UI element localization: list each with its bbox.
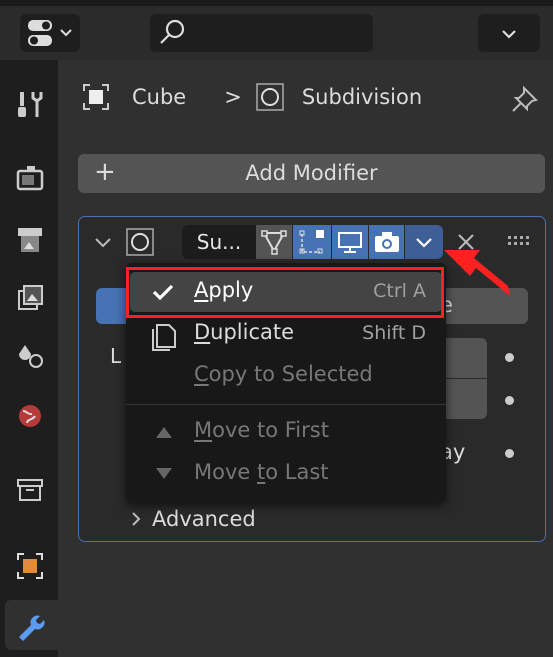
wrench-icon	[19, 615, 45, 641]
menu-item-label: Move to Last	[194, 460, 329, 484]
subdivision-modifier-icon	[256, 83, 284, 111]
triangle-up-icon	[156, 427, 172, 438]
object-icon[interactable]	[10, 546, 50, 586]
monitor-icon	[338, 232, 362, 253]
levels-label: L	[110, 344, 122, 368]
vertex-triangle-icon	[261, 230, 287, 255]
collapse-chevron-icon[interactable]	[90, 230, 116, 254]
modifiers-tab[interactable]	[5, 600, 58, 650]
breadcrumb-object: Cube	[132, 85, 187, 109]
options-dropdown[interactable]	[478, 14, 540, 52]
advanced-subpanel[interactable]: Advanced	[126, 504, 326, 534]
edit-mode-icon	[299, 230, 324, 254]
keyframe-dot[interactable]	[505, 396, 514, 405]
menu-item-label: Duplicate	[194, 320, 295, 344]
output-icon[interactable]	[10, 220, 50, 260]
tool-icon[interactable]	[10, 84, 50, 124]
add-modifier-button[interactable]: + Add Modifier	[78, 154, 545, 193]
shortcut-label: Shift D	[362, 322, 426, 344]
modifier-name: Su...	[196, 230, 242, 254]
collection-icon[interactable]	[10, 470, 50, 510]
red-arrow-annotation	[444, 250, 510, 296]
scene-icon[interactable]	[10, 336, 50, 376]
breadcrumb-separator: >	[224, 85, 242, 109]
modifier-name-field[interactable]: Su...	[182, 225, 256, 259]
properties-editor-icon	[28, 20, 72, 46]
chevron-down-icon	[502, 30, 516, 39]
menu-item-duplicate[interactable]: Duplicate Shift D	[130, 314, 442, 354]
menu-item-label: Move to First	[194, 418, 329, 442]
render-icon[interactable]	[10, 158, 50, 198]
render-toggle[interactable]	[369, 225, 404, 259]
add-modifier-label: Add Modifier	[245, 161, 378, 185]
apply-highlight-box	[126, 267, 444, 318]
duplicate-icon	[152, 324, 176, 351]
edit-mode-toggle[interactable]	[293, 225, 331, 259]
subdivision-modifier-icon	[126, 228, 154, 256]
editor-type-button[interactable]	[20, 14, 80, 52]
world-icon[interactable]	[10, 396, 50, 436]
menu-item-copy-to-selected[interactable]: Copy to Selected	[130, 356, 442, 396]
triangle-down-icon	[156, 468, 172, 479]
camera-icon	[374, 232, 399, 252]
chevron-down-icon	[416, 238, 432, 248]
menu-item-move-to-first[interactable]: Move to First	[130, 412, 442, 452]
keyframe-dot[interactable]	[505, 449, 514, 458]
advanced-label: Advanced	[152, 507, 256, 531]
pin-icon[interactable]	[510, 82, 542, 114]
menu-separator	[126, 404, 446, 405]
view-layer-icon[interactable]	[10, 278, 50, 318]
breadcrumb-modifier: Subdivision	[301, 85, 423, 109]
search-icon	[160, 19, 185, 44]
breadcrumb: Cube > Subdivision	[82, 80, 522, 114]
keyframe-dot[interactable]	[505, 353, 514, 362]
menu-item-move-to-last[interactable]: Move to Last	[130, 454, 442, 494]
search-input[interactable]	[150, 14, 373, 52]
edit-cage-toggle[interactable]	[256, 225, 292, 259]
object-data-icon	[83, 84, 109, 110]
chevron-right-icon	[132, 512, 141, 526]
viewport-toggle[interactable]	[332, 225, 368, 259]
menu-item-label: Copy to Selected	[194, 362, 373, 386]
